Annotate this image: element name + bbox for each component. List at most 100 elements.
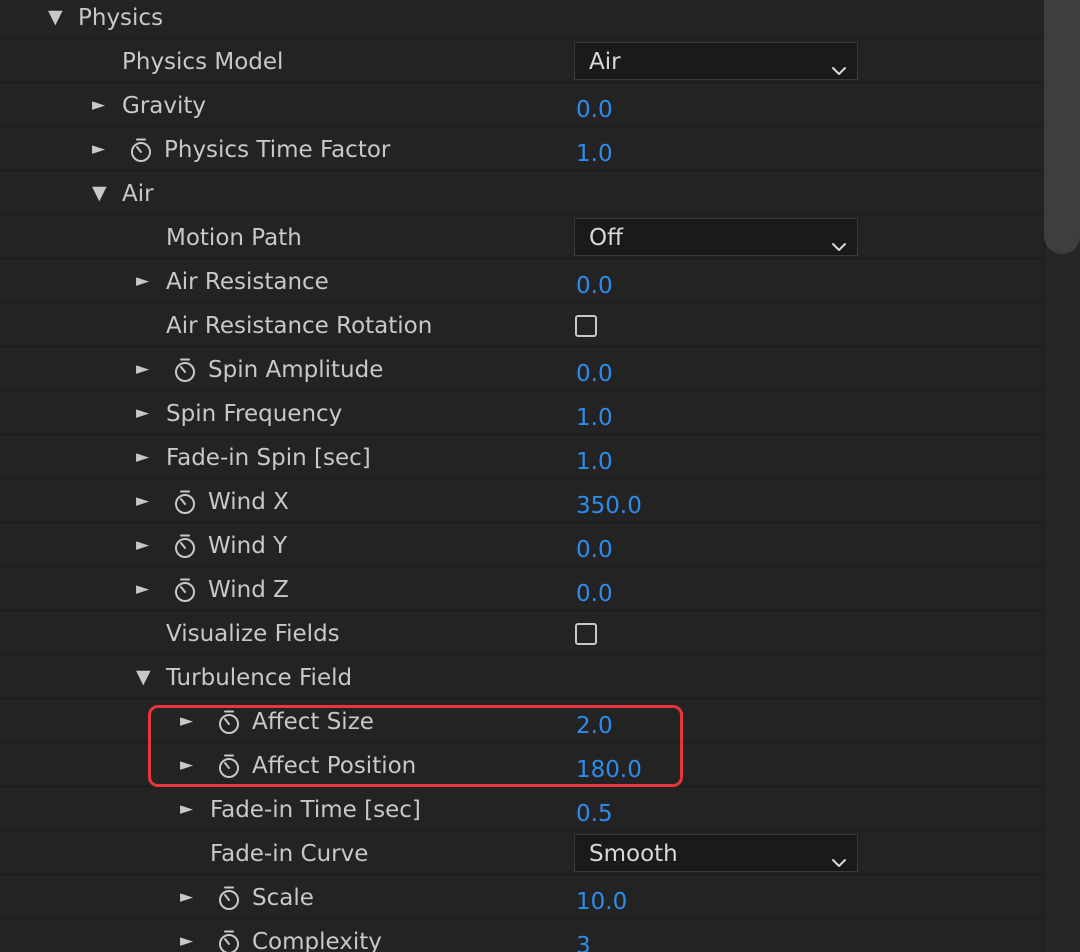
- stopwatch-icon[interactable]: [172, 357, 198, 383]
- property-label: Wind Y: [208, 532, 288, 559]
- property-label-group: ► Wind Z: [136, 568, 289, 611]
- property-row-affect-position: ► Affect Position 180.0: [0, 744, 1044, 787]
- triangle-right-icon[interactable]: ►: [180, 757, 206, 774]
- stopwatch-icon[interactable]: [172, 533, 198, 559]
- affect-size-value[interactable]: 2.0: [576, 700, 613, 743]
- triangle-right-icon[interactable]: ►: [180, 889, 206, 906]
- affect-position-value[interactable]: 180.0: [576, 744, 642, 787]
- property-label-group: ► Gravity: [92, 84, 206, 127]
- stopwatch-icon[interactable]: [128, 137, 154, 163]
- spin-amplitude-value[interactable]: 0.0: [576, 348, 613, 391]
- property-label: Physics Time Factor: [164, 136, 391, 163]
- fade-in-time-sec-value[interactable]: 0.5: [576, 788, 613, 831]
- property-label: Physics Model: [122, 48, 284, 75]
- property-label-group: ► Wind Y: [136, 524, 287, 567]
- property-label: Spin Frequency: [166, 400, 343, 427]
- chevron-down-icon: [831, 848, 847, 874]
- property-label: Fade-in Time [sec]: [210, 796, 421, 823]
- stopwatch-icon[interactable]: [216, 753, 242, 779]
- property-row-physics-model: Physics Model Air: [0, 40, 1044, 83]
- triangle-right-icon[interactable]: ►: [136, 405, 162, 422]
- triangle-right-icon[interactable]: ►: [92, 97, 118, 114]
- property-label-group: ► Air Resistance: [136, 260, 329, 303]
- triangle-down-icon[interactable]: ▼: [48, 8, 74, 27]
- property-label-group: Physics Model: [92, 40, 283, 83]
- dropdown-selected-value: Air: [589, 49, 621, 75]
- triangle-right-icon[interactable]: ►: [180, 801, 206, 818]
- motion-path-dropdown[interactable]: Off: [574, 218, 858, 256]
- property-row-physics-time-factor: ► Physics Time Factor 1.0: [0, 128, 1044, 171]
- property-row-spin-frequency: ► Spin Frequency 1.0: [0, 392, 1044, 435]
- property-label-group: ▼ Turbulence Field: [136, 656, 352, 699]
- property-label-group: ▼ Physics: [48, 0, 163, 39]
- triangle-right-icon[interactable]: ►: [136, 537, 162, 554]
- property-label: Air Resistance: [166, 268, 329, 295]
- property-label: Motion Path: [166, 224, 302, 251]
- chevron-down-icon: [831, 232, 847, 258]
- scrollbar-thumb[interactable]: [1044, 0, 1080, 254]
- visualize-fields-checkbox[interactable]: [575, 623, 597, 645]
- physics-time-factor-value[interactable]: 1.0: [576, 128, 613, 171]
- air-resistance-rotation-checkbox[interactable]: [575, 315, 597, 337]
- property-label-group: ► Fade-in Spin [sec]: [136, 436, 371, 479]
- triangle-right-icon[interactable]: ►: [180, 933, 206, 950]
- property-label: Wind X: [208, 488, 289, 515]
- physics-model-dropdown[interactable]: Air: [574, 42, 858, 80]
- property-label: Affect Size: [252, 708, 374, 735]
- wind-y-value[interactable]: 0.0: [576, 524, 613, 567]
- triangle-right-icon[interactable]: ►: [92, 141, 118, 158]
- dropdown-selected-value: Smooth: [589, 841, 678, 867]
- property-row-air-resistance: ► Air Resistance 0.0: [0, 260, 1044, 303]
- property-row-physics: ▼ Physics: [0, 0, 1044, 39]
- property-label-group: ► Affect Position: [180, 744, 416, 787]
- fade-in-spin-sec-value[interactable]: 1.0: [576, 436, 613, 479]
- property-label-group: Fade-in Curve: [180, 832, 368, 875]
- triangle-right-icon[interactable]: ►: [180, 713, 206, 730]
- property-label: Complexity: [252, 928, 382, 952]
- stopwatch-icon[interactable]: [216, 709, 242, 735]
- air-resistance-value[interactable]: 0.0: [576, 260, 613, 303]
- property-label-group: Air Resistance Rotation: [136, 304, 432, 347]
- property-row-wind-z: ► Wind Z 0.0: [0, 568, 1044, 611]
- property-row-visualize-fields: Visualize Fields: [0, 612, 1044, 655]
- property-label-group: ▼ Air: [92, 172, 154, 215]
- dropdown-selected-value: Off: [589, 225, 623, 251]
- triangle-right-icon[interactable]: ►: [136, 273, 162, 290]
- triangle-right-icon[interactable]: ►: [136, 449, 162, 466]
- property-label-group: ► Wind X: [136, 480, 289, 523]
- triangle-right-icon[interactable]: ►: [136, 581, 162, 598]
- property-row-spin-amplitude: ► Spin Amplitude 0.0: [0, 348, 1044, 391]
- stopwatch-icon[interactable]: [172, 489, 198, 515]
- property-label: Spin Amplitude: [208, 356, 384, 383]
- fade-in-curve-dropdown[interactable]: Smooth: [574, 834, 858, 872]
- property-label: Fade-in Curve: [210, 840, 369, 867]
- stopwatch-icon[interactable]: [216, 885, 242, 911]
- gravity-value[interactable]: 0.0: [576, 84, 613, 127]
- wind-x-value[interactable]: 350.0: [576, 480, 642, 523]
- property-label-group: ► Spin Frequency: [136, 392, 342, 435]
- property-row-complexity: ► Complexity 3: [0, 920, 1044, 952]
- property-label-group: Visualize Fields: [136, 612, 340, 655]
- property-label-group: ► Spin Amplitude: [136, 348, 383, 391]
- triangle-right-icon[interactable]: ►: [136, 361, 162, 378]
- triangle-down-icon[interactable]: ▼: [92, 184, 118, 203]
- stopwatch-icon[interactable]: [216, 929, 242, 952]
- wind-z-value[interactable]: 0.0: [576, 568, 613, 611]
- triangle-down-icon[interactable]: ▼: [136, 668, 162, 687]
- property-row-fade-in-spin-sec: ► Fade-in Spin [sec] 1.0: [0, 436, 1044, 479]
- scale-value[interactable]: 10.0: [576, 876, 627, 919]
- property-label: Gravity: [122, 92, 207, 119]
- property-label: Turbulence Field: [166, 664, 353, 691]
- stopwatch-icon[interactable]: [172, 577, 198, 603]
- spin-frequency-value[interactable]: 1.0: [576, 392, 613, 435]
- triangle-right-icon[interactable]: ►: [136, 493, 162, 510]
- property-row-fade-in-curve: Fade-in Curve Smooth: [0, 832, 1044, 875]
- property-label-group: ► Complexity: [180, 920, 382, 952]
- property-label: Air: [122, 180, 154, 207]
- property-label-group: ► Affect Size: [180, 700, 374, 743]
- property-label: Fade-in Spin [sec]: [166, 444, 371, 471]
- property-label-group: ► Scale: [180, 876, 314, 919]
- property-label: Visualize Fields: [166, 620, 340, 647]
- complexity-value[interactable]: 3: [576, 920, 591, 952]
- property-label-group: ► Physics Time Factor: [92, 128, 390, 171]
